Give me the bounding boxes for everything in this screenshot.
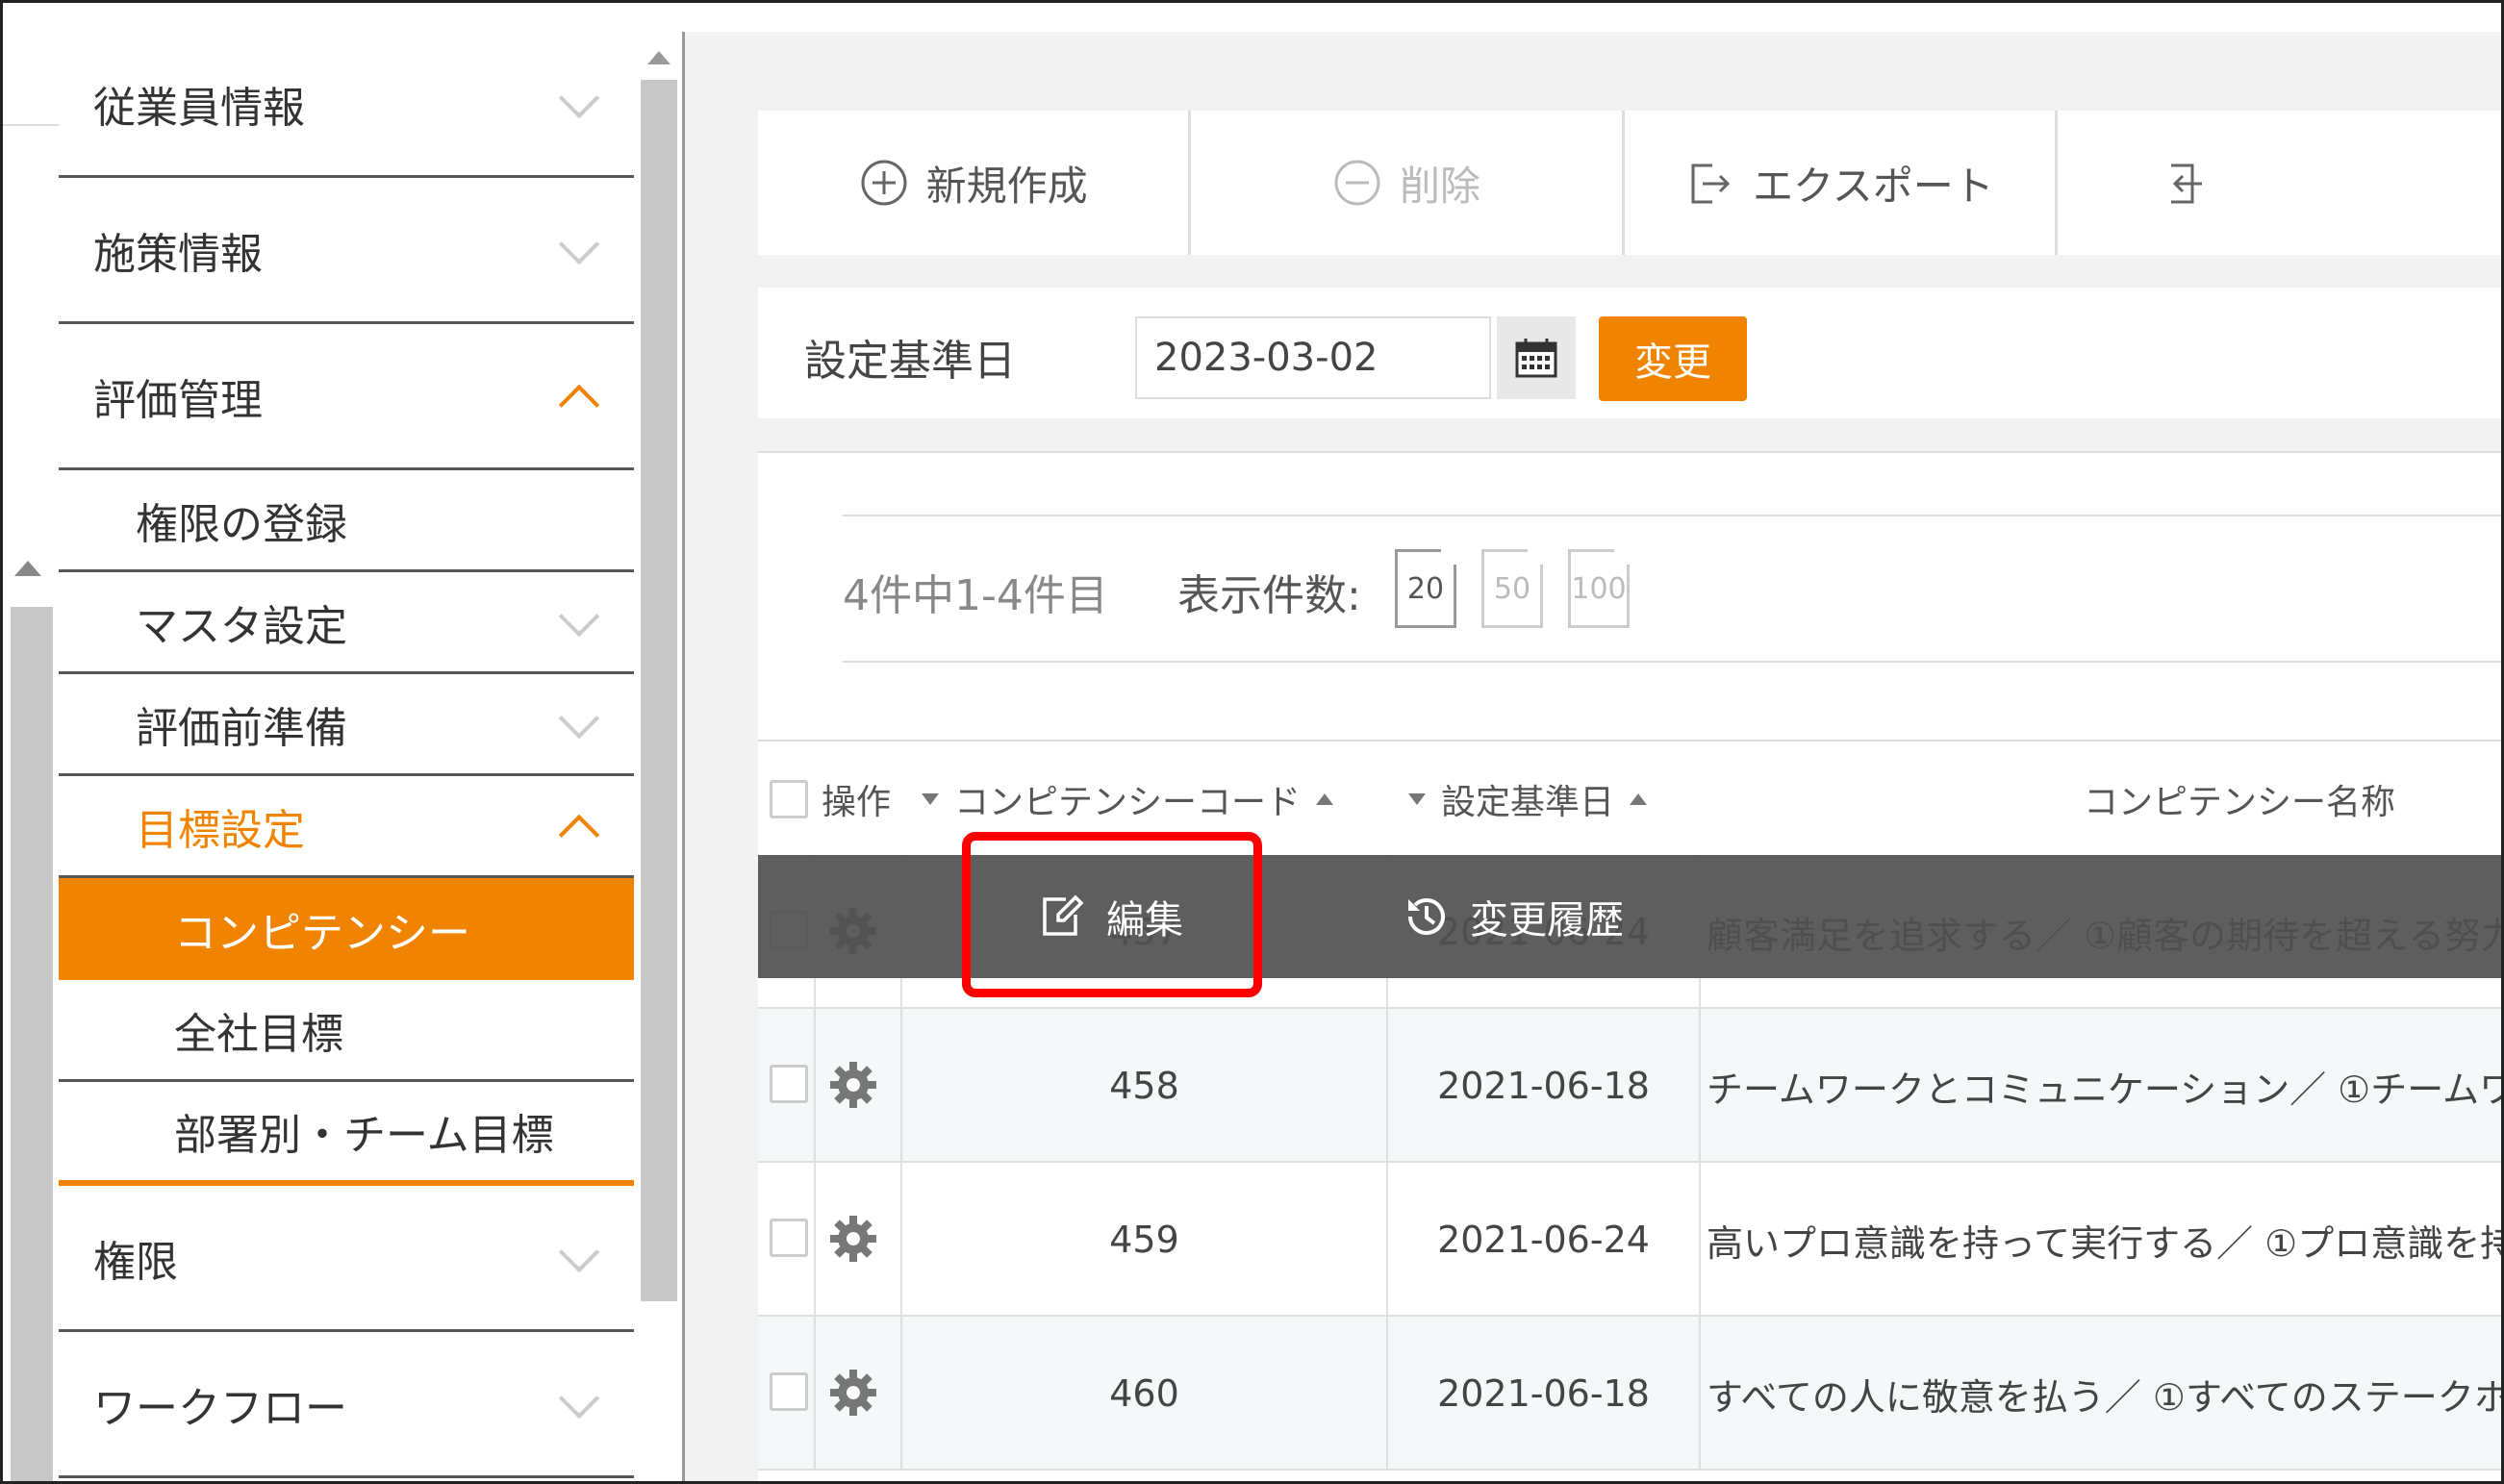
sidebar-item-label: 部署別・チーム目標 [174,1111,554,1160]
sidebar-item-measures[interactable]: 施策情報 [59,178,634,324]
cell-code: 460 [900,1317,1386,1471]
sidebar-item-label: マスタ設定 [136,601,347,651]
date-filter-bar: 設定基準日 2023-03-02 変更 [758,288,2501,418]
header-name-label: コンピテンシー名称 [2084,783,2396,822]
sidebar-item-label: ワークフロー [93,1383,347,1433]
cell-name: 高いプロ意識を持って実行する／ ①プロ意識を持ち、 [1699,1163,2501,1317]
sidebar-item-label: 権限の登録 [136,499,347,549]
sidebar-scrollbar-thumb[interactable] [641,80,677,1301]
cell-date: 2021-06-24 [1386,1163,1699,1317]
sort-up-icon[interactable] [1630,793,1648,805]
sidebar-item-label: 目標設定 [136,805,305,855]
history-menu-label: 変更履歴 [1470,898,1624,943]
sidebar-item-pre-evaluation[interactable]: 評価前準備 [59,674,634,776]
date-filter-label: 設定基準日 [804,337,1016,386]
sidebar-item-label: 評価管理 [93,375,263,425]
edit-highlight-annotation [962,832,1262,997]
sort-down-icon[interactable] [922,793,939,805]
row-checkbox[interactable] [770,1065,808,1103]
cell-name: チームワークとコミュニケーション／ ①チームワーク [1699,1009,2501,1163]
sidebar-item-team-goals[interactable]: 部署別・チーム目標 [59,1082,634,1186]
cell-code: 459 [900,1163,1386,1317]
table-row[interactable]: 459 2021-06-24 高いプロ意識を持って実行する／ ①プロ意識を持ち、 [758,1163,2501,1317]
sidebar-item-label: 施策情報 [93,229,263,279]
chevron-up-icon [558,384,600,425]
sidebar-item-label: 権限 [93,1237,178,1287]
sidebar: 従業員情報 施策情報 評価管理 権限の登録 マスタ設定 評価前準備 目標設定 コ… [59,3,641,1481]
row-checkbox[interactable] [770,1372,808,1411]
new-button-label: 新規作成 [925,162,1088,210]
gear-icon[interactable] [827,1213,879,1265]
chevron-down-icon [558,223,600,264]
header-action-label: 操作 [822,783,892,822]
history-icon [1408,898,1445,936]
cell-date: 2021-06-18 [1386,1009,1699,1163]
sort-up-icon[interactable] [1316,793,1334,805]
chevron-down-icon [558,77,600,118]
chevron-down-icon [558,1377,600,1419]
sidebar-item-competency[interactable]: コンピテンシー [59,878,634,980]
table-row[interactable]: 460 2021-06-18 すべての人に敬意を払う／ ①すべてのステークホルダ [758,1317,2501,1471]
delete-button-label: 削除 [1400,162,1481,210]
main-content: 新規作成 削除 エクスポート 設定基準日 2023-03-02 変更 4件中1-… [685,32,2501,1481]
new-button[interactable]: 新規作成 [758,111,1192,255]
import-icon [2171,163,2203,204]
page-size-100[interactable]: 100 [1568,549,1630,628]
sidebar-item-label: 評価前準備 [136,703,347,753]
export-icon [1691,163,1731,204]
chevron-up-icon [558,814,600,855]
sidebar-item-evaluation[interactable]: 評価管理 [59,324,634,470]
row-checkbox[interactable] [770,1219,808,1257]
date-input[interactable]: 2023-03-02 [1135,316,1491,399]
calendar-icon [1515,339,1557,378]
sort-down-icon[interactable] [1408,793,1426,805]
change-button[interactable]: 変更 [1599,316,1747,401]
app-window: 従業員情報 施策情報 評価管理 権限の登録 マスタ設定 評価前準備 目標設定 コ… [0,0,2504,1484]
export-button[interactable]: エクスポート [1625,111,2059,255]
header-code-label: コンピテンシーコード [954,783,1302,822]
result-count: 4件中1-4件目 [843,571,1108,620]
cell-name: すべての人に敬意を払う／ ①すべてのステークホルダ [1699,1317,2501,1471]
outer-scroll-up-arrow[interactable] [14,561,41,576]
outer-scroll-strip [3,3,59,1481]
chevron-down-icon [558,1231,600,1272]
chevron-down-icon [558,595,600,637]
page-size-20[interactable]: 20 [1395,549,1456,628]
header-date[interactable]: 設定基準日 [1408,742,1648,857]
sidebar-item-permission-register[interactable]: 権限の登録 [59,470,634,572]
sidebar-item-workflow[interactable]: ワークフロー [59,1332,634,1478]
sidebar-item-label: コンピテンシー [174,909,470,958]
table-row[interactable]: 458 2021-06-18 チームワークとコミュニケーション／ ①チームワーク [758,1009,2501,1163]
sidebar-item-employee-info[interactable]: 従業員情報 [59,32,634,178]
sidebar-item-permissions[interactable]: 権限 [59,1186,634,1332]
import-button[interactable] [2058,111,2501,255]
sidebar-item-company-goals[interactable]: 全社目標 [59,980,634,1082]
minus-circle-icon [1334,160,1380,206]
sidebar-item-goal-setting[interactable]: 目標設定 [59,776,634,878]
sidebar-item-label: 全社目標 [174,1009,343,1059]
header-date-label: 設定基準日 [1441,783,1615,822]
calendar-button[interactable] [1497,316,1576,399]
gear-icon[interactable] [827,1059,879,1111]
cell-code: 458 [900,1009,1386,1163]
header-action: 操作 [822,742,891,857]
select-all-checkbox[interactable] [770,780,808,818]
history-menu-item[interactable]: 変更履歴 [1401,855,1624,978]
plus-circle-icon [861,160,907,206]
sidebar-item-master-settings[interactable]: マスタ設定 [59,572,634,674]
delete-button[interactable]: 削除 [1191,111,1625,255]
chevron-down-icon [558,697,600,739]
cell-date: 2021-06-18 [1386,1317,1699,1471]
header-name: コンピテンシー名称 [2084,742,2395,857]
export-button-label: エクスポート [1753,162,1994,210]
sidebar-item-label: 従業員情報 [93,83,305,133]
sidebar-scroll-up-arrow[interactable] [647,51,670,64]
toolbar: 新規作成 削除 エクスポート [758,111,2501,255]
gear-icon[interactable] [827,1367,879,1419]
page-size-label: 表示件数: [1177,571,1361,620]
outer-scrollbar-thumb[interactable] [11,607,53,1481]
page-size-50[interactable]: 50 [1481,549,1543,628]
